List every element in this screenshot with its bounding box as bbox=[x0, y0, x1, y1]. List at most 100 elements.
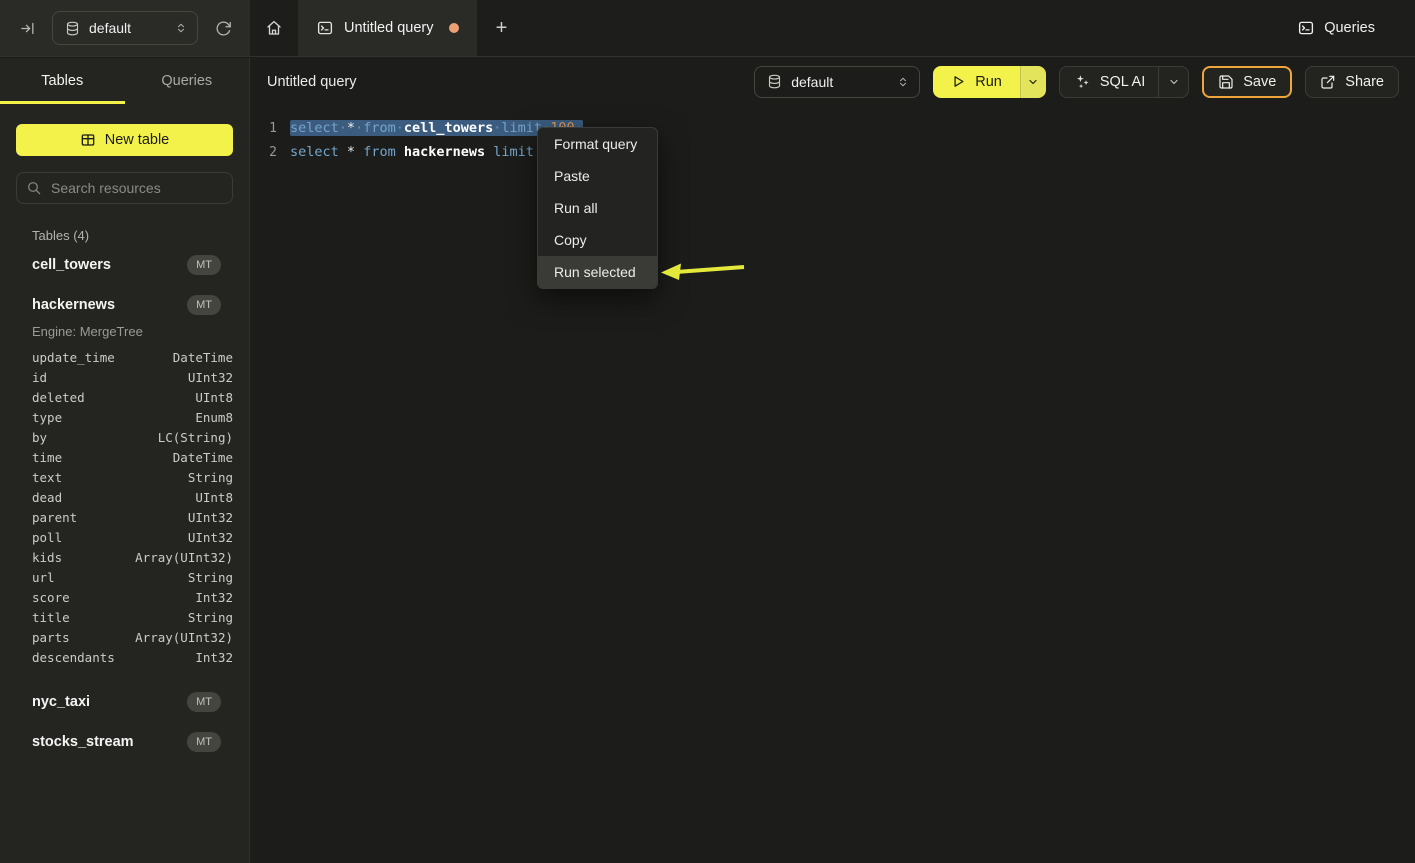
run-button[interactable]: Run bbox=[933, 66, 1020, 98]
refresh-icon bbox=[215, 20, 232, 37]
column-row-url: url String bbox=[16, 568, 233, 588]
editor-database-value: default bbox=[791, 74, 888, 90]
topbar-left: default bbox=[0, 0, 250, 56]
menu-item-copy[interactable]: Copy bbox=[538, 224, 657, 256]
menu-item-run-selected[interactable]: Run selected bbox=[538, 256, 657, 288]
sidebar-tabs: Tables Queries bbox=[0, 58, 249, 104]
column-type: DateTime bbox=[173, 348, 233, 368]
save-button[interactable]: Save bbox=[1202, 66, 1292, 98]
column-type: DateTime bbox=[173, 448, 233, 468]
column-name: update_time bbox=[32, 348, 115, 368]
refresh-button[interactable] bbox=[208, 13, 238, 43]
sidebar-body: New table Tables (4) cell_towersMThacker… bbox=[0, 104, 249, 760]
table-name: cell_towers bbox=[32, 257, 111, 273]
column-name: by bbox=[32, 428, 47, 448]
table-item-stocks_stream[interactable]: stocks_stream MT bbox=[16, 724, 233, 760]
query-title: Untitled query bbox=[267, 74, 356, 90]
run-options-button[interactable] bbox=[1020, 66, 1046, 98]
plus-icon: + bbox=[496, 17, 508, 40]
editor-context-menu: Format queryPasteRun allCopyRun selected bbox=[537, 127, 658, 289]
run-label: Run bbox=[975, 74, 1002, 90]
chevron-up-down-icon bbox=[897, 75, 909, 89]
line-number: 1 bbox=[251, 121, 277, 136]
new-tab-button[interactable]: + bbox=[477, 0, 525, 56]
menu-item-run-all[interactable]: Run all bbox=[538, 192, 657, 224]
chevron-down-icon bbox=[1027, 76, 1039, 88]
table-name: stocks_stream bbox=[32, 734, 134, 750]
engine-badge: MT bbox=[187, 732, 221, 752]
column-type: String bbox=[188, 568, 233, 588]
sidebar-tab-tables[interactable]: Tables bbox=[0, 58, 125, 104]
editor-database-select[interactable]: default bbox=[754, 66, 920, 98]
column-row-by: by LC(String) bbox=[16, 428, 233, 448]
column-type: Array(UInt32) bbox=[135, 548, 233, 568]
search-resources-input[interactable] bbox=[16, 172, 233, 204]
new-table-button[interactable]: New table bbox=[16, 124, 233, 156]
column-row-kids: kidsArray(UInt32) bbox=[16, 548, 233, 568]
column-name: url bbox=[32, 568, 55, 588]
query-header: Untitled query default Run bbox=[251, 58, 1415, 105]
tables-list: cell_towersMThackernewsMTEngine: MergeTr… bbox=[16, 247, 233, 760]
editor-line-1[interactable]: 1select·*·from·cell_towers·limit·100· bbox=[251, 116, 1415, 140]
home-button[interactable] bbox=[250, 0, 298, 56]
column-row-text: textString bbox=[16, 468, 233, 488]
sidebar-tab-queries[interactable]: Queries bbox=[125, 58, 250, 104]
column-row-poll: pollUInt32 bbox=[16, 528, 233, 548]
unsaved-changes-dot bbox=[449, 23, 459, 33]
app-window: default Untitled query bbox=[0, 0, 1415, 863]
table-name: nyc_taxi bbox=[32, 694, 90, 710]
new-table-label: New table bbox=[105, 132, 169, 148]
column-row-descendants: descendants Int32 bbox=[16, 648, 233, 668]
column-name: type bbox=[32, 408, 62, 428]
column-type: UInt8 bbox=[195, 388, 233, 408]
column-type: Enum8 bbox=[195, 408, 233, 428]
sparkles-icon bbox=[1074, 73, 1091, 90]
topbar: default Untitled query bbox=[0, 0, 1415, 57]
collapse-sidebar-button[interactable] bbox=[12, 13, 42, 43]
tab-untitled-query[interactable]: Untitled query bbox=[298, 0, 477, 56]
topbar-database-select[interactable]: default bbox=[52, 11, 198, 45]
column-type: UInt8 bbox=[195, 488, 233, 508]
column-name: text bbox=[32, 468, 62, 488]
search-wrapper bbox=[16, 172, 233, 204]
column-name: descendants bbox=[32, 648, 115, 668]
columns-gap bbox=[16, 668, 233, 680]
engine-badge: MT bbox=[187, 295, 221, 315]
column-row-type: type Enum8 bbox=[16, 408, 233, 428]
column-name: deleted bbox=[32, 388, 85, 408]
tab-label: Untitled query bbox=[344, 20, 433, 36]
share-button[interactable]: Share bbox=[1305, 66, 1399, 98]
sidebar: Tables Queries New table Tables (4) cell… bbox=[0, 58, 250, 863]
terminal-icon bbox=[1297, 19, 1315, 37]
column-row-deleted: deleted UInt8 bbox=[16, 388, 233, 408]
column-row-update_time: update_time DateTime bbox=[16, 348, 233, 368]
menu-item-paste[interactable]: Paste bbox=[538, 160, 657, 192]
table-item-hackernews[interactable]: hackernewsMT bbox=[16, 287, 233, 323]
column-type: UInt32 bbox=[188, 508, 233, 528]
column-name: title bbox=[32, 608, 70, 628]
query-header-actions: default Run bbox=[754, 66, 1399, 98]
column-type: Array(UInt32) bbox=[135, 628, 233, 648]
sql-ai-options[interactable] bbox=[1158, 67, 1188, 97]
column-row-time: timeDateTime bbox=[16, 448, 233, 468]
table-item-nyc_taxi[interactable]: nyc_taxiMT bbox=[16, 684, 233, 720]
column-row-parent: parentUInt32 bbox=[16, 508, 233, 528]
column-type: String bbox=[188, 608, 233, 628]
column-name: dead bbox=[32, 488, 62, 508]
queries-button-label: Queries bbox=[1324, 20, 1375, 36]
table-item-cell_towers[interactable]: cell_towersMT bbox=[16, 247, 233, 283]
line-number: 2 bbox=[251, 145, 277, 160]
database-icon bbox=[65, 21, 80, 36]
chevron-up-down-icon bbox=[175, 21, 187, 35]
database-icon bbox=[767, 74, 782, 89]
editor-line-2[interactable]: 2select * from hackernews limit bbox=[251, 140, 1415, 164]
terminal-icon bbox=[316, 19, 334, 37]
sql-ai-button[interactable]: SQL AI bbox=[1059, 66, 1189, 98]
column-type: LC(String) bbox=[158, 428, 233, 448]
save-label: Save bbox=[1243, 74, 1276, 90]
column-type: Int32 bbox=[195, 648, 233, 668]
table-grid-icon bbox=[80, 132, 96, 148]
menu-item-format-query[interactable]: Format query bbox=[538, 128, 657, 160]
queries-panel-button[interactable]: Queries bbox=[1297, 0, 1375, 56]
sql-editor[interactable]: 1select·*·from·cell_towers·limit·100·2se… bbox=[251, 105, 1415, 863]
